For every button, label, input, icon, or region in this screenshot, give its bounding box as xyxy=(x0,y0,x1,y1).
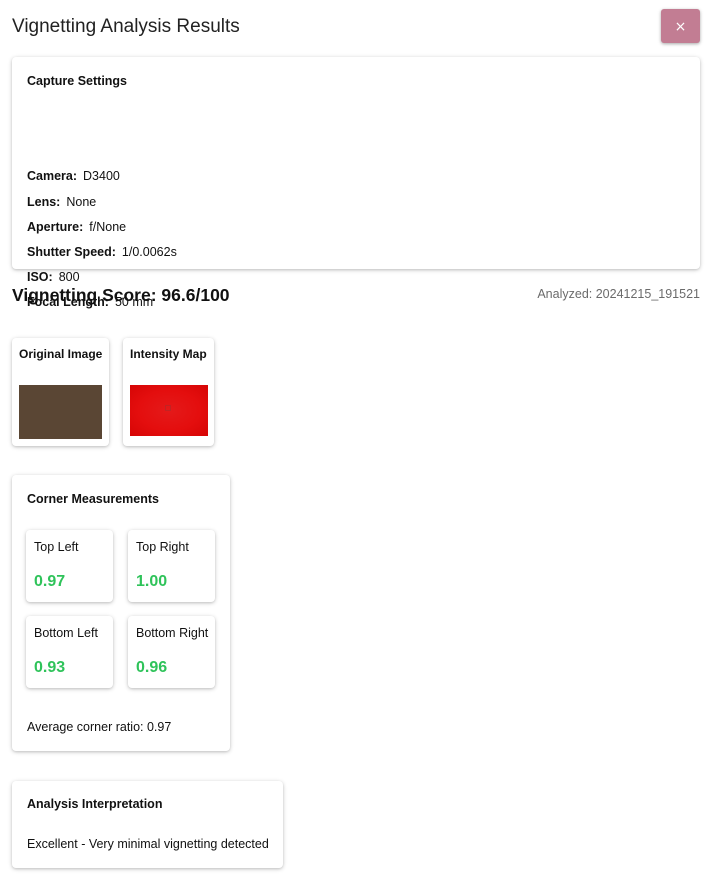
corner-value: 1.00 xyxy=(136,573,168,590)
close-button[interactable]: × xyxy=(661,9,700,43)
setting-shutter-speed: Shutter Speed: 1/0.0062s xyxy=(27,245,177,259)
corner-value: 0.96 xyxy=(136,659,168,676)
setting-value: 800 xyxy=(58,270,80,284)
average-corner-ratio: Average corner ratio: 0.97 xyxy=(27,720,172,734)
setting-lens: Lens: None xyxy=(27,195,96,209)
corner-top-left: Top Left 0.97 xyxy=(26,530,113,602)
setting-key: Aperture: xyxy=(27,220,84,234)
analysis-interpretation-title: Analysis Interpretation xyxy=(27,797,163,811)
corner-bottom-right: Bottom Right 0.96 xyxy=(128,616,215,688)
page-title: Vignetting Analysis Results xyxy=(12,16,240,37)
score-row: Vignetting Score: 96.6/100 Analyzed: 202… xyxy=(12,285,700,309)
setting-key: Shutter Speed: xyxy=(27,245,116,259)
setting-value: 1/0.0062s xyxy=(121,245,177,259)
analysis-interpretation-card: Analysis Interpretation Excellent - Very… xyxy=(12,781,283,868)
setting-aperture: Aperture: f/None xyxy=(27,220,126,234)
corner-label: Bottom Right xyxy=(136,626,209,640)
corner-value: 0.93 xyxy=(34,659,66,676)
corner-top-right: Top Right 1.00 xyxy=(128,530,215,602)
setting-value: None xyxy=(66,195,97,209)
corner-label: Top Right xyxy=(136,540,189,554)
original-image-thumbnail[interactable] xyxy=(19,385,102,439)
center-marker xyxy=(165,405,171,411)
setting-camera: Camera: D3400 xyxy=(27,169,120,183)
corner-measurements-title: Corner Measurements xyxy=(27,492,159,506)
corner-label: Bottom Left xyxy=(34,626,98,640)
interpretation-text: Excellent - Very minimal vignetting dete… xyxy=(27,837,269,851)
setting-value: D3400 xyxy=(83,169,120,183)
corner-value: 0.97 xyxy=(34,573,66,590)
intensity-map-thumbnail[interactable] xyxy=(130,385,208,436)
setting-key: ISO: xyxy=(27,270,53,284)
analyzed-timestamp: Analyzed: 20241215_191521 xyxy=(537,287,700,301)
capture-settings-card: Capture Settings Camera: D3400 Lens: None … xyxy=(12,57,700,309)
intensity-map-card[interactable]: Intensity Map xyxy=(123,338,214,446)
capture-settings-title: Capture Settings xyxy=(27,74,128,88)
intensity-map-title: Intensity Map xyxy=(130,347,207,361)
corner-bottom-left: Bottom Left 0.93 xyxy=(26,616,113,688)
header: Vignetting Analysis Results × xyxy=(12,9,700,54)
corner-measurements-card: Corner Measurements Top Left 0.97 Top Ri… xyxy=(12,475,230,751)
setting-iso: ISO: 800 xyxy=(27,270,80,284)
setting-value: f/None xyxy=(89,220,127,234)
setting-key: Camera: xyxy=(27,169,78,183)
original-image-card[interactable]: Original Image xyxy=(12,338,109,446)
original-image-title: Original Image xyxy=(19,347,103,361)
corner-label: Top Left xyxy=(34,540,79,554)
vignetting-score: Vignetting Score: 96.6/100 xyxy=(12,285,230,305)
setting-key: Lens: xyxy=(27,195,61,209)
